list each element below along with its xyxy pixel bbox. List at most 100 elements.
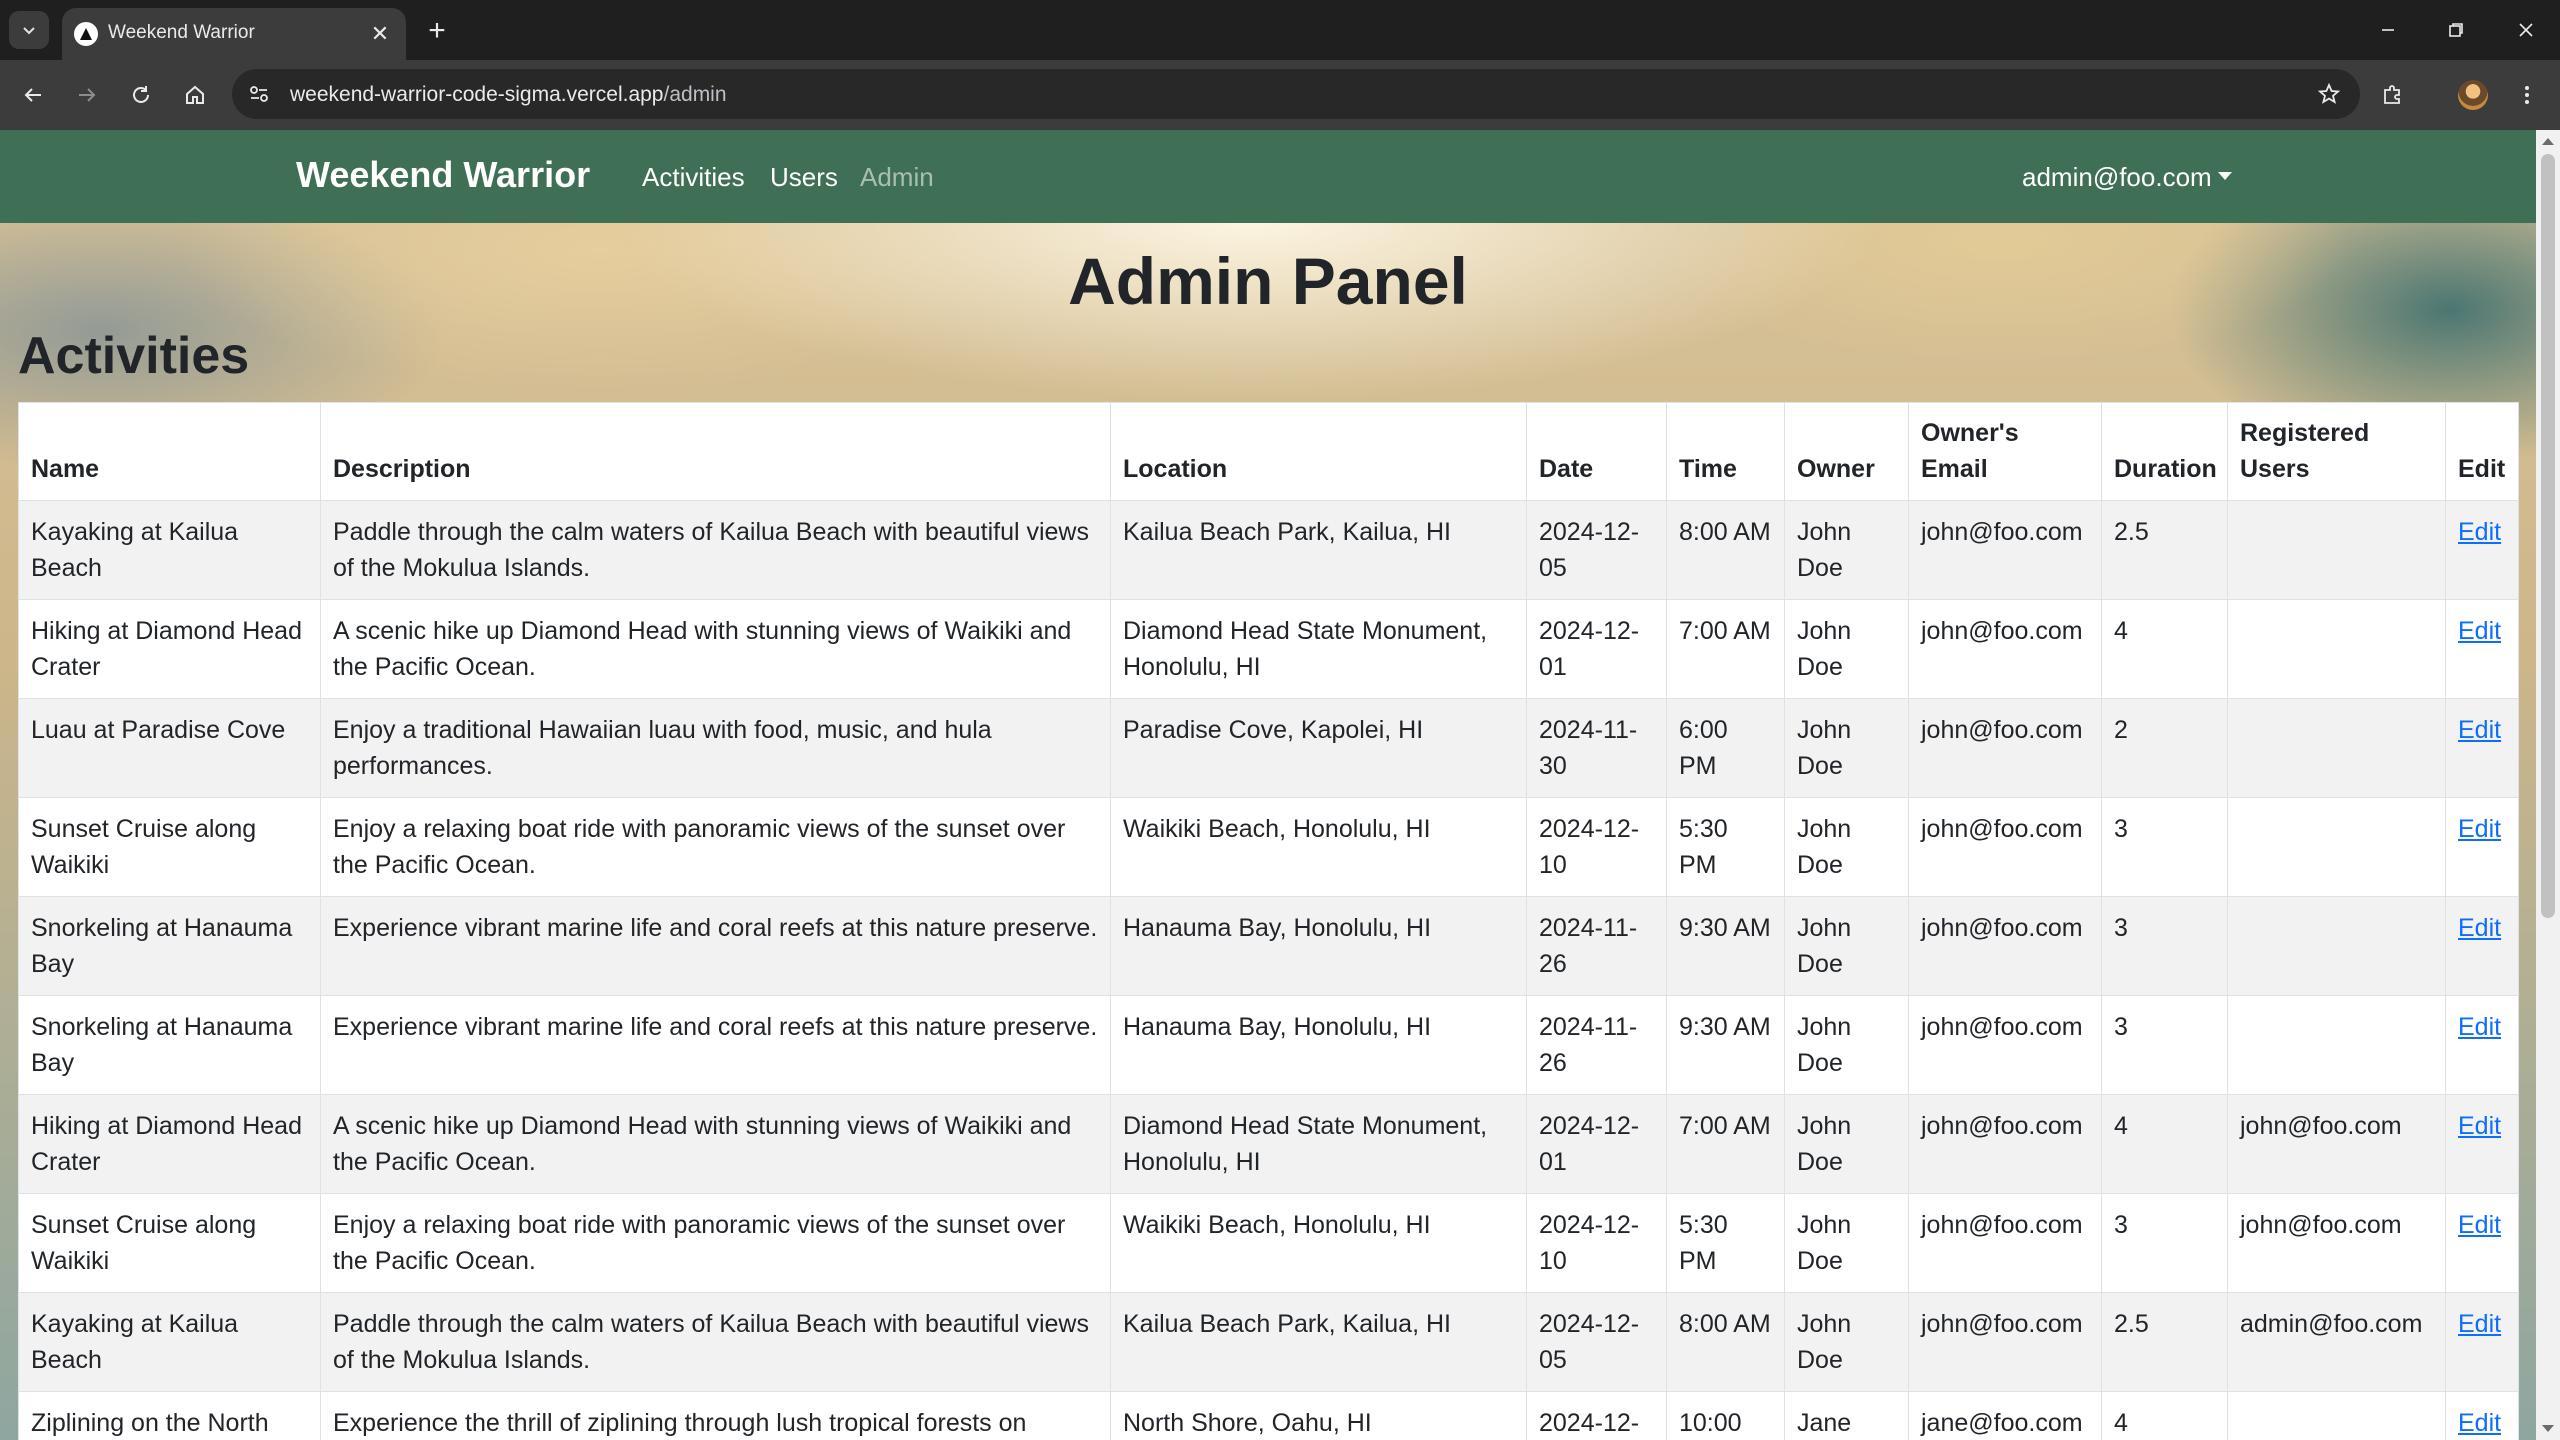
edit-activity-link[interactable]: Edit xyxy=(2458,617,2501,645)
edit-activity-link[interactable]: Edit xyxy=(2458,1211,2501,1239)
cell-time: 7:00 AM xyxy=(1666,1094,1785,1194)
browser-tab-active[interactable]: Weekend Warrior ✕ xyxy=(62,8,406,60)
cell-duration: 2 xyxy=(2101,698,2228,798)
scroll-up-arrow-icon[interactable] xyxy=(2542,138,2554,145)
cell-registered-users xyxy=(2227,896,2446,996)
cell-date: 2024-11-26 xyxy=(1526,995,1667,1095)
profile-avatar-button[interactable] xyxy=(2452,74,2494,116)
nav-link-users[interactable]: Users xyxy=(770,162,838,193)
cell-name: Kayaking at Kailua Beach xyxy=(18,1292,321,1392)
edit-activity-link[interactable]: Edit xyxy=(2458,716,2501,744)
cell-location: Hanauma Bay, Honolulu, HI xyxy=(1110,995,1527,1095)
edit-activity-link[interactable]: Edit xyxy=(2458,1310,2501,1338)
user-email: admin@foo.com xyxy=(2022,162,2212,192)
puzzle-icon xyxy=(2384,85,2400,104)
cell-owner-email: john@foo.com xyxy=(1908,698,2102,798)
extensions-button[interactable] xyxy=(2372,74,2414,116)
scroll-down-arrow-icon[interactable] xyxy=(2542,1425,2554,1432)
cell-location: Kailua Beach Park, Kailua, HI xyxy=(1110,1292,1527,1392)
header-owner-email: Owner's Email xyxy=(1908,402,2102,501)
table-row: Snorkeling at Hanauma Bay Experience vibr… xyxy=(18,896,2519,996)
cell-date: 2024-12-01 xyxy=(1526,1094,1667,1194)
cell-duration: 3 xyxy=(2101,995,2228,1095)
cell-name: Hiking at Diamond Head Crater xyxy=(18,599,321,699)
cell-name: Hiking at Diamond Head Crater xyxy=(18,1094,321,1194)
edit-activity-link[interactable]: Edit xyxy=(2458,815,2501,843)
cell-owner-email: john@foo.com xyxy=(1908,896,2102,996)
table-row: Luau at Paradise Cove Enjoy a traditional… xyxy=(18,698,2519,798)
cell-duration: 3 xyxy=(2101,1193,2228,1293)
home-button[interactable] xyxy=(174,74,216,116)
scrollbar-thumb[interactable] xyxy=(2541,154,2555,918)
brand-logo-link[interactable]: Weekend Warrior xyxy=(296,154,590,196)
cell-date: 2024-11-30 xyxy=(1526,698,1667,798)
site-navbar: Weekend Warrior Activities Users Admin a… xyxy=(0,130,2536,223)
back-button[interactable] xyxy=(12,74,54,116)
edit-activity-link[interactable]: Edit xyxy=(2458,914,2501,942)
table-row: Kayaking at Kailua Beach Paddle through t… xyxy=(18,1292,2519,1392)
arrow-left-icon xyxy=(24,88,41,102)
edit-activity-link[interactable]: Edit xyxy=(2458,1013,2501,1041)
cell-name: Snorkeling at Hanauma Bay xyxy=(18,896,321,996)
activities-table: Name Description Location Date Time Owne… xyxy=(18,402,2519,1440)
restore-window-button[interactable] xyxy=(2436,12,2476,48)
header-time: Time xyxy=(1666,402,1785,501)
new-tab-button[interactable]: + xyxy=(420,14,454,48)
nav-link-admin[interactable]: Admin xyxy=(860,162,934,193)
cell-location: Kailua Beach Park, Kailua, HI xyxy=(1110,500,1527,600)
cell-name: Kayaking at Kailua Beach xyxy=(18,500,321,600)
cell-duration: 4 xyxy=(2101,1391,2228,1440)
bookmark-star-icon[interactable] xyxy=(2314,79,2344,109)
cell-date: 2024-12-05 xyxy=(1526,1292,1667,1392)
cell-owner: John Doe xyxy=(1784,599,1909,699)
address-bar[interactable]: weekend-warrior-code-sigma.vercel.app/ad… xyxy=(232,69,2360,119)
cell-date: 2024-12-10 xyxy=(1526,1193,1667,1293)
cell-duration: 3 xyxy=(2101,797,2228,897)
cell-time: 5:30 PM xyxy=(1666,1193,1785,1293)
cell-location: Diamond Head State Monument, Honolulu, H… xyxy=(1110,1094,1527,1194)
cell-owner: John Doe xyxy=(1784,797,1909,897)
header-date: Date xyxy=(1526,402,1667,501)
cell-edit: Edit xyxy=(2445,599,2519,699)
close-tab-icon[interactable]: ✕ xyxy=(366,20,394,48)
minimize-window-button[interactable] xyxy=(2368,12,2408,48)
site-favicon-icon xyxy=(74,22,98,46)
cell-edit: Edit xyxy=(2445,1193,2519,1293)
cell-time: 8:00 AM xyxy=(1666,1292,1785,1392)
cell-owner: John Doe xyxy=(1784,995,1909,1095)
user-dropdown[interactable]: admin@foo.com xyxy=(2022,162,2232,193)
cell-edit: Edit xyxy=(2445,500,2519,600)
cell-location: Paradise Cove, Kapolei, HI xyxy=(1110,698,1527,798)
cell-duration: 4 xyxy=(2101,599,2228,699)
edit-activity-link[interactable]: Edit xyxy=(2458,1409,2501,1437)
cell-name: Luau at Paradise Cove xyxy=(18,698,321,798)
forward-button[interactable] xyxy=(66,74,108,116)
cell-owner: John Doe xyxy=(1784,1094,1909,1194)
edit-activity-link[interactable]: Edit xyxy=(2458,1112,2501,1140)
cell-owner-email: john@foo.com xyxy=(1908,995,2102,1095)
cell-edit: Edit xyxy=(2445,1094,2519,1194)
cell-description: A scenic hike up Diamond Head with stunn… xyxy=(320,1094,1111,1194)
cell-time: 9:30 AM xyxy=(1666,896,1785,996)
cell-duration: 2.5 xyxy=(2101,1292,2228,1392)
page-scrollbar[interactable] xyxy=(2536,130,2560,1440)
edit-activity-link[interactable]: Edit xyxy=(2458,518,2501,546)
activities-table-container: Name Description Location Date Time Owne… xyxy=(18,402,2519,1440)
table-row: Sunset Cruise along Waikiki Enjoy a relax… xyxy=(18,797,2519,897)
cell-date: 2024-12-01 xyxy=(1526,599,1667,699)
site-settings-icon[interactable] xyxy=(244,79,274,109)
cell-owner: John Doe xyxy=(1784,1193,1909,1293)
table-row: Hiking at Diamond Head Crater A scenic hi… xyxy=(18,1094,2519,1194)
table-row: Sunset Cruise along Waikiki Enjoy a relax… xyxy=(18,1193,2519,1293)
page-viewport: Weekend Warrior Activities Users Admin a… xyxy=(0,130,2560,1440)
browser-menu-button[interactable] xyxy=(2506,74,2548,116)
avatar xyxy=(2458,80,2488,110)
reload-button[interactable] xyxy=(120,74,162,116)
cell-duration: 2.5 xyxy=(2101,500,2228,600)
close-window-button[interactable] xyxy=(2506,12,2546,48)
cell-time: 7:00 AM xyxy=(1666,599,1785,699)
cell-time: 5:30 PM xyxy=(1666,797,1785,897)
nav-link-activities[interactable]: Activities xyxy=(642,162,745,193)
url-text: weekend-warrior-code-sigma.vercel.app/ad… xyxy=(290,83,727,107)
tab-search-button[interactable] xyxy=(9,11,49,49)
